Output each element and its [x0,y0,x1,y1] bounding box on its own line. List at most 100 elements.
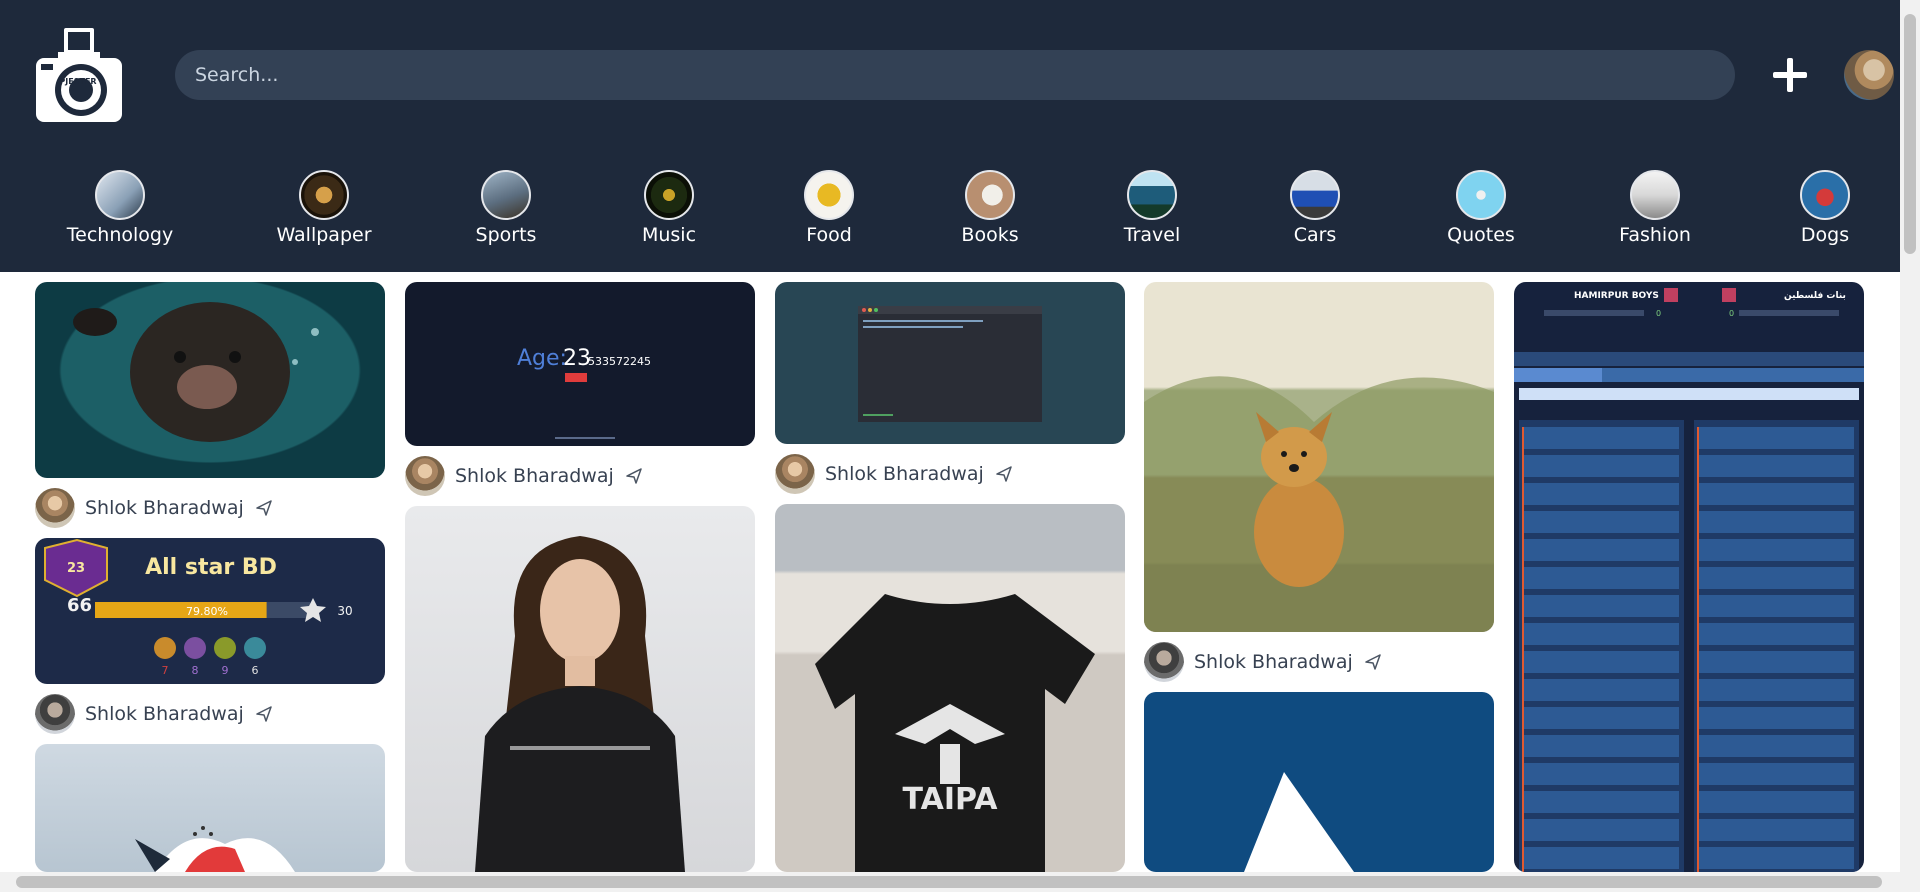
badge-left-value: 66 [67,595,92,616]
count-4: 6 [252,664,259,677]
category-technology[interactable]: Technology [50,170,190,246]
logo-text: PJESTER [59,77,96,86]
music-thumb [644,170,694,220]
author-name: Shlok Bharadwaj [85,703,244,725]
age-int: 23 [563,346,591,371]
category-label: Travel [1123,224,1181,246]
category-cars[interactable]: Cars [1245,170,1385,246]
category-bar: Technology Wallpaper Sports Music Food B… [0,170,1900,250]
pin-dog-valley[interactable] [1144,282,1494,632]
search-input[interactable] [175,50,1735,100]
right-team: بنات فلسطين [1784,291,1846,301]
share-icon[interactable] [996,466,1012,482]
author-name: Shlok Bharadwaj [85,497,244,519]
cars-thumb [1290,170,1340,220]
app-page: PJESTER Technology Wallpaper Sports [0,0,1920,892]
badge-title: All star BD [145,555,277,580]
pin-game-badge[interactable]: 23 All star BD 66 79.80% 30 7 8 9 6 [35,538,385,684]
pin-image: 23 All star BD 66 79.80% 30 7 8 9 6 [44,538,353,677]
category-sports[interactable]: Sports [436,170,576,246]
score-right: 0 [1729,309,1734,318]
pin-author[interactable]: Shlok Bharadwaj [35,488,272,528]
pin-bird-art[interactable] [35,744,385,872]
camera-logo[interactable]: PJESTER [36,26,122,122]
category-dogs[interactable]: Dogs [1755,170,1895,246]
category-wallpaper[interactable]: Wallpaper [254,170,394,246]
svg-text:TAIPA: TAIPA [903,782,999,817]
count-3: 9 [222,664,229,677]
pin-image: HAMIRPUR BOYS بنات فلسطين 0 0 [1514,288,1864,872]
category-label: Food [806,224,852,246]
vertical-scrollbar[interactable] [1900,0,1920,892]
category-label: Wallpaper [276,224,372,246]
pin-tshirt[interactable]: TAIPA [775,504,1125,872]
pin-author[interactable]: Shlok Bharadwaj [405,456,642,496]
category-label: Music [641,224,697,246]
age-decimal: 533572245 [588,355,651,368]
user-avatar[interactable] [1844,50,1894,100]
plus-icon [1773,58,1807,92]
travel-thumb [1127,170,1177,220]
count-2: 8 [192,664,199,677]
pin-terminal[interactable] [775,282,1125,444]
top-header: PJESTER Technology Wallpaper Sports [0,0,1900,272]
author-name: Shlok Bharadwaj [455,465,614,487]
pin-image [73,302,319,442]
category-label: Fashion [1619,224,1691,246]
pin-image [135,826,295,872]
badge-level: 23 [67,561,85,576]
author-avatar [405,456,445,496]
fashion-thumb [1630,170,1680,220]
category-label: Technology [66,224,174,246]
pin-image [858,306,1042,422]
author-avatar [775,454,815,494]
category-label: Books [961,224,1019,246]
pin-author[interactable]: Shlok Bharadwaj [35,694,272,734]
category-food[interactable]: Food [759,170,899,246]
author-name: Shlok Bharadwaj [1194,651,1353,673]
category-label: Quotes [1447,224,1515,246]
pin-age-app[interactable]: Age: 23 533572245 [405,282,755,446]
category-books[interactable]: Books [920,170,1060,246]
pin-dog-underwater[interactable] [35,282,385,478]
pin-war-table[interactable]: HAMIRPUR BOYS بنات فلسطين 0 0 [1514,282,1864,872]
horizontal-scrollbar[interactable] [0,872,1900,892]
food-thumb [804,170,854,220]
share-icon[interactable] [1365,654,1381,670]
progress-label: 79.80% [186,605,228,618]
add-pin-button[interactable] [1770,53,1810,97]
category-music[interactable]: Music [599,170,739,246]
vertical-scroll-thumb[interactable] [1904,14,1916,254]
share-icon[interactable] [256,706,272,722]
progress-fill [95,602,267,618]
pin-image [475,536,685,872]
share-icon[interactable] [256,500,272,516]
quotes-thumb [1456,170,1506,220]
category-fashion[interactable]: Fashion [1585,170,1725,246]
badge-right-value: 30 [337,604,352,618]
horizontal-scroll-thumb[interactable] [16,876,1882,888]
share-icon[interactable] [626,468,642,484]
author-avatar [1144,642,1184,682]
count-1: 7 [162,664,169,677]
books-thumb [965,170,1015,220]
pin-blue-paper[interactable] [1144,692,1494,872]
category-label: Dogs [1800,224,1850,246]
left-team: HAMIRPUR BOYS [1574,291,1659,301]
pin-image [1244,772,1354,872]
score-left: 0 [1656,309,1661,318]
category-quotes[interactable]: Quotes [1411,170,1551,246]
dogs-thumb [1800,170,1850,220]
sports-thumb [481,170,531,220]
pin-image: TAIPA [815,594,1095,872]
category-label: Sports [475,224,537,246]
technology-thumb [95,170,145,220]
category-travel[interactable]: Travel [1082,170,1222,246]
author-name: Shlok Bharadwaj [825,463,984,485]
pin-author[interactable]: Shlok Bharadwaj [775,454,1012,494]
pin-author[interactable]: Shlok Bharadwaj [1144,642,1381,682]
author-avatar [35,694,75,734]
pin-fashion-model[interactable] [405,506,755,872]
category-label: Cars [1293,224,1337,246]
wallpaper-thumb [299,170,349,220]
